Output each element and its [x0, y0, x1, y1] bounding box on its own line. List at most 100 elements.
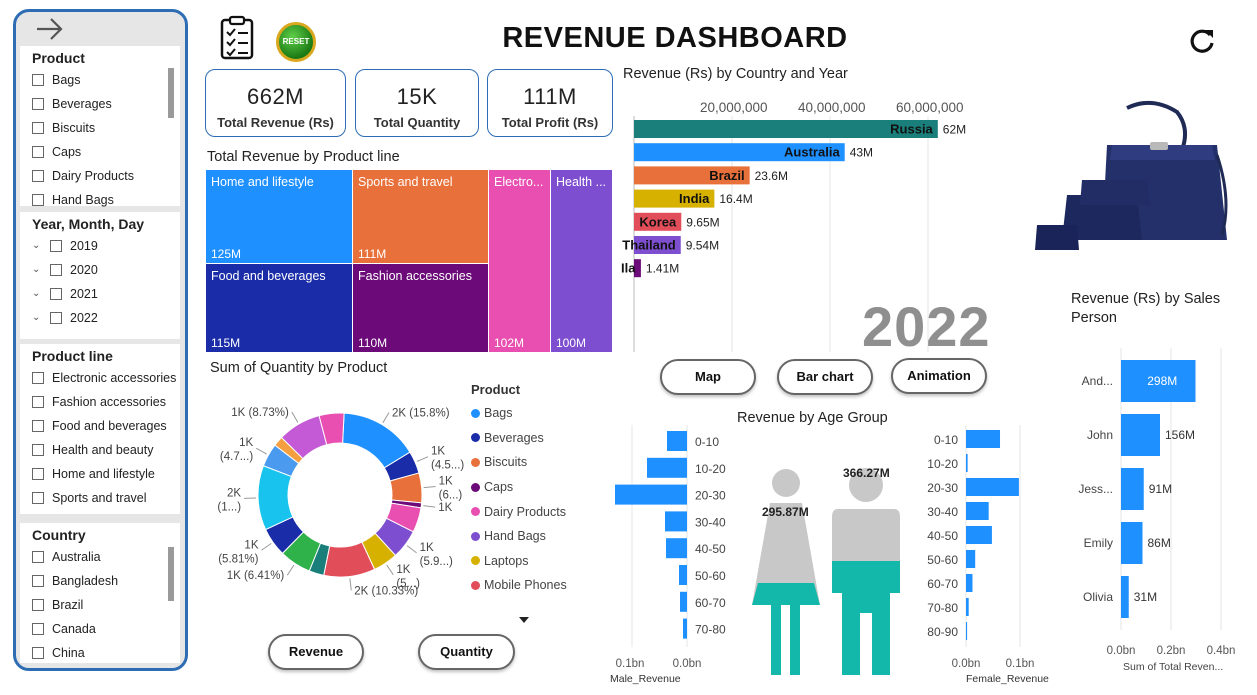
checkbox[interactable]: [32, 122, 44, 134]
slicer-item[interactable]: Biscuits: [20, 116, 180, 140]
animation-button[interactable]: Animation: [891, 358, 987, 394]
slicer-item[interactable]: ⌄ 2019: [20, 234, 180, 258]
slicer-item[interactable]: Beverages: [20, 92, 180, 116]
date-slicer: Year, Month, Day ⌄ 2019 ⌄ 2020 ⌄ 2021 ⌄ 2022: [20, 212, 180, 339]
bar: [966, 550, 976, 568]
checkbox[interactable]: [32, 146, 44, 158]
bar: [966, 574, 973, 592]
legend-item[interactable]: Laptops: [471, 549, 567, 574]
treemap-cell[interactable]: Health ... 100M: [551, 170, 612, 352]
legend-item[interactable]: Beverages: [471, 426, 567, 451]
bar-chart-button[interactable]: Bar chart: [777, 359, 873, 395]
treemap-cell[interactable]: Sports and travel 111M: [353, 170, 488, 263]
legend-item[interactable]: Caps: [471, 475, 567, 500]
slicer-item[interactable]: ⌄ 2021: [20, 282, 180, 306]
legend-item[interactable]: Bags: [471, 401, 567, 426]
checkbox[interactable]: [50, 240, 62, 252]
reset-button[interactable]: RESET: [276, 22, 316, 62]
slicer-item[interactable]: China: [20, 641, 180, 665]
slicer-item[interactable]: Health and beauty: [20, 438, 180, 462]
bar: [683, 618, 687, 639]
legend-swatch: [471, 531, 480, 541]
slice-label: 2K: [227, 487, 241, 499]
checkbox[interactable]: [32, 444, 44, 456]
leader-line: [349, 578, 352, 591]
checkbox[interactable]: [32, 98, 44, 110]
legend-item[interactable]: Hand Bags: [471, 524, 567, 549]
bar-category-label: 20-30: [927, 481, 958, 495]
slicer-item[interactable]: Brazil: [20, 593, 180, 617]
slicer-item[interactable]: Dairy Products: [20, 164, 180, 188]
country-chart-title: Revenue (Rs) by Country and Year: [623, 66, 848, 82]
bar-value-label: 9.54M: [686, 239, 719, 253]
checkbox[interactable]: [32, 396, 44, 408]
slicer-item[interactable]: Electronic accessories: [20, 366, 180, 390]
checkbox[interactable]: [32, 599, 44, 611]
treemap-cell[interactable]: Electro... 102M: [489, 170, 550, 352]
checkbox[interactable]: [32, 492, 44, 504]
checkbox[interactable]: [32, 194, 44, 206]
checkbox[interactable]: [32, 551, 44, 563]
kpi-label: Total Revenue (Rs): [217, 115, 334, 130]
treemap-cell[interactable]: Home and lifestyle 125M: [206, 170, 352, 263]
slicer-item[interactable]: Bangladesh: [20, 569, 180, 593]
slicer-item[interactable]: Hand Bags: [20, 188, 180, 212]
checkbox[interactable]: [32, 74, 44, 86]
chevron-down-icon[interactable]: ⌄: [32, 234, 46, 258]
legend-item[interactable]: Biscuits: [471, 450, 567, 475]
leader-line: [406, 545, 417, 554]
checkbox[interactable]: [50, 288, 62, 300]
slicer-item[interactable]: Food and beverages: [20, 414, 180, 438]
kpi-total-quantity: 15K Total Quantity: [355, 69, 479, 137]
checkbox[interactable]: [32, 623, 44, 635]
chevron-down-icon[interactable]: ⌄: [32, 306, 46, 330]
legend-item[interactable]: Dairy Products: [471, 499, 567, 524]
scrollbar[interactable]: [168, 68, 174, 118]
slicer-item[interactable]: Canada: [20, 617, 180, 641]
caret-down-icon[interactable]: [518, 616, 530, 624]
bar-category-label: 40-50: [927, 529, 958, 543]
slicer-item[interactable]: Home and lifestyle: [20, 462, 180, 486]
treemap-cell[interactable]: Food and beverages 115M: [206, 264, 352, 352]
bar: [966, 478, 1019, 496]
bar-category-label: 30-40: [927, 505, 958, 519]
treemap: Home and lifestyle 125M Sports and trave…: [206, 170, 612, 352]
slicer-item-label: Canada: [52, 622, 96, 636]
country-slicer: Country Australia Bangladesh Brazil Canada C…: [20, 523, 180, 663]
axis-label: Male_Revenue: [610, 673, 681, 685]
checkbox[interactable]: [32, 170, 44, 182]
scrollbar[interactable]: [168, 547, 174, 601]
arrow-right-icon[interactable]: [34, 16, 66, 42]
slicer-item-label: Beverages: [52, 97, 112, 111]
clipboard-icon[interactable]: [218, 15, 258, 61]
bar-value-label: 62M: [943, 123, 966, 137]
checkbox[interactable]: [50, 264, 62, 276]
checkbox[interactable]: [32, 420, 44, 432]
slicer-item[interactable]: ⌄ 2022: [20, 306, 180, 330]
revenue-button[interactable]: Revenue: [268, 634, 364, 670]
quantity-button[interactable]: Quantity: [418, 634, 515, 670]
map-button[interactable]: Map: [660, 359, 756, 395]
treemap-cell[interactable]: Fashion accessories 110M: [353, 264, 488, 352]
slicer-item[interactable]: Sports and travel: [20, 486, 180, 510]
bar-category-label: Australia: [784, 145, 840, 160]
leader-line: [261, 542, 272, 551]
checkbox[interactable]: [32, 647, 44, 659]
chevron-down-icon[interactable]: ⌄: [32, 258, 46, 282]
legend-item[interactable]: Mobile Phones: [471, 573, 567, 598]
refresh-icon[interactable]: [1187, 26, 1217, 56]
donut-title: Sum of Quantity by Product: [210, 360, 388, 376]
bar-category-label: 80-90: [927, 625, 958, 639]
chevron-down-icon[interactable]: ⌄: [32, 282, 46, 306]
checkbox[interactable]: [32, 468, 44, 480]
slicer-item[interactable]: Bags: [20, 68, 180, 92]
checkbox[interactable]: [32, 575, 44, 587]
slicer-item[interactable]: ⌄ 2020: [20, 258, 180, 282]
checkbox[interactable]: [32, 372, 44, 384]
slicer-item[interactable]: Australia: [20, 545, 180, 569]
slicer-item[interactable]: Fashion accessories: [20, 390, 180, 414]
bar: [1121, 576, 1129, 618]
slice-label: 1K: [239, 437, 253, 449]
checkbox[interactable]: [50, 312, 62, 324]
slicer-item[interactable]: Caps: [20, 140, 180, 164]
